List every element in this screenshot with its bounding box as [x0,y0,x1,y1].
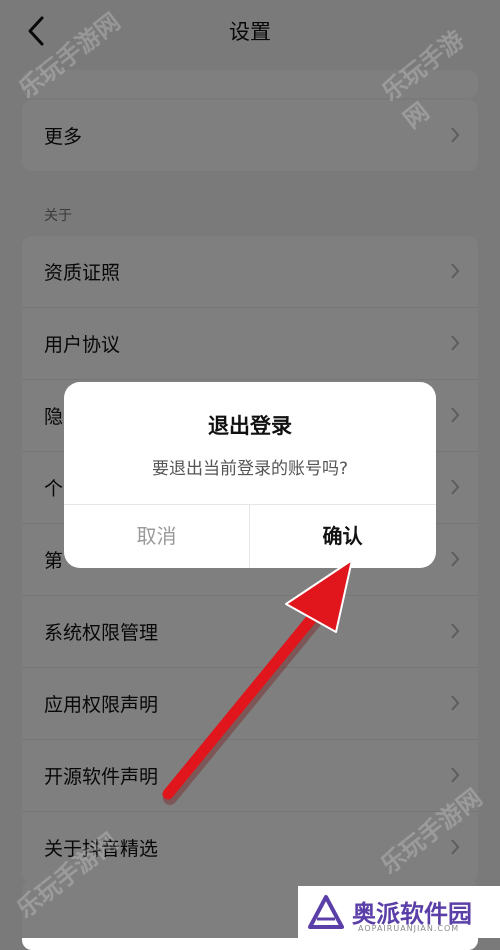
logo-mark-icon [308,895,344,929]
red-arrow-icon [162,559,353,805]
logo-subtext: AOPAIRUANJIAN.COM [358,924,460,933]
site-logo: 奥派软件园 AOPAIRUANJIAN.COM [298,886,500,938]
